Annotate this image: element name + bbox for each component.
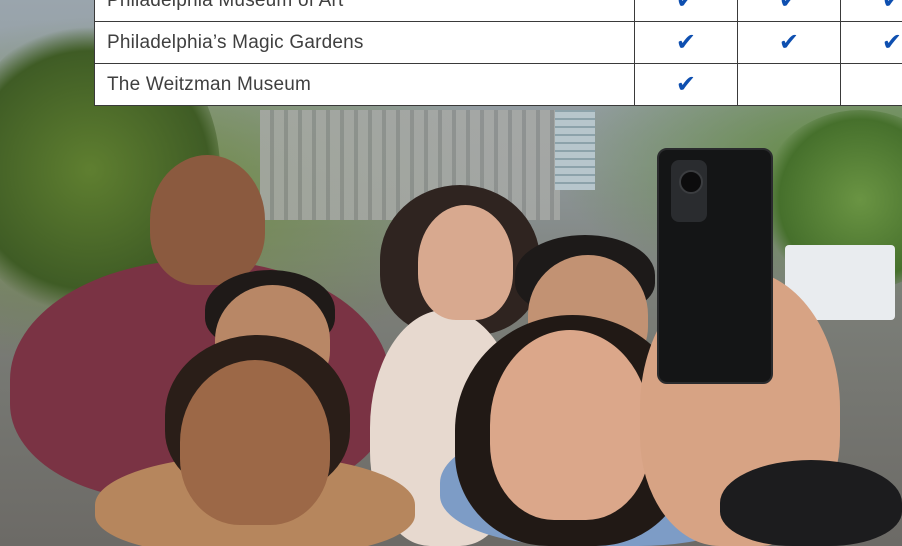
pass-column-cell: ✔ <box>634 63 738 106</box>
table-row: Philadelphia Museum of Art ✔ ✔ ✔ <box>94 0 902 22</box>
office-tower <box>555 110 595 190</box>
checkmark-icon: ✔ <box>779 0 799 14</box>
pass-column-cell: ✔ <box>634 0 738 22</box>
woman-face <box>418 205 513 320</box>
attraction-name: Philadelphia Museum of Art <box>94 0 635 22</box>
checkmark-icon: ✔ <box>778 27 800 56</box>
checkmark-icon: ✔ <box>675 27 697 56</box>
pass-column-cell: ✔ <box>737 21 841 64</box>
smartphone <box>657 148 773 384</box>
attraction-name: The Weitzman Museum <box>94 63 635 106</box>
checkmark-icon: ✔ <box>882 0 902 14</box>
man-head <box>150 155 265 285</box>
attraction-name: Philadelphia’s Magic Gardens <box>94 21 635 64</box>
camera-icon <box>671 160 707 222</box>
checkmark-icon: ✔ <box>676 0 696 14</box>
checkmark-icon: ✔ <box>881 27 902 56</box>
attractions-table: Philadelphia Museum of Art✔✔✔Philadelphi… <box>94 0 902 106</box>
pass-column-cell: ✔ <box>840 0 902 22</box>
table-row: Philadelphia’s Magic Gardens ✔ ✔ ✔ <box>94 21 902 64</box>
attractions-table-container: Philadelphia Museum of Art✔✔✔Philadelphi… <box>94 0 902 106</box>
woman-front-face <box>180 360 330 525</box>
pass-column-cell <box>737 63 841 106</box>
checkmark-icon: ✔ <box>675 69 697 98</box>
table-row: The Weitzman Museum ✔ <box>94 63 902 106</box>
black-sleeve <box>720 460 902 546</box>
pass-column-cell <box>840 63 902 106</box>
pass-column-cell: ✔ <box>840 21 902 64</box>
pass-column-cell: ✔ <box>634 21 738 64</box>
pass-column-cell: ✔ <box>737 0 841 22</box>
attractions-table-body: Philadelphia Museum of Art✔✔✔Philadelphi… <box>94 0 902 106</box>
selfie-woman-face <box>490 330 650 520</box>
